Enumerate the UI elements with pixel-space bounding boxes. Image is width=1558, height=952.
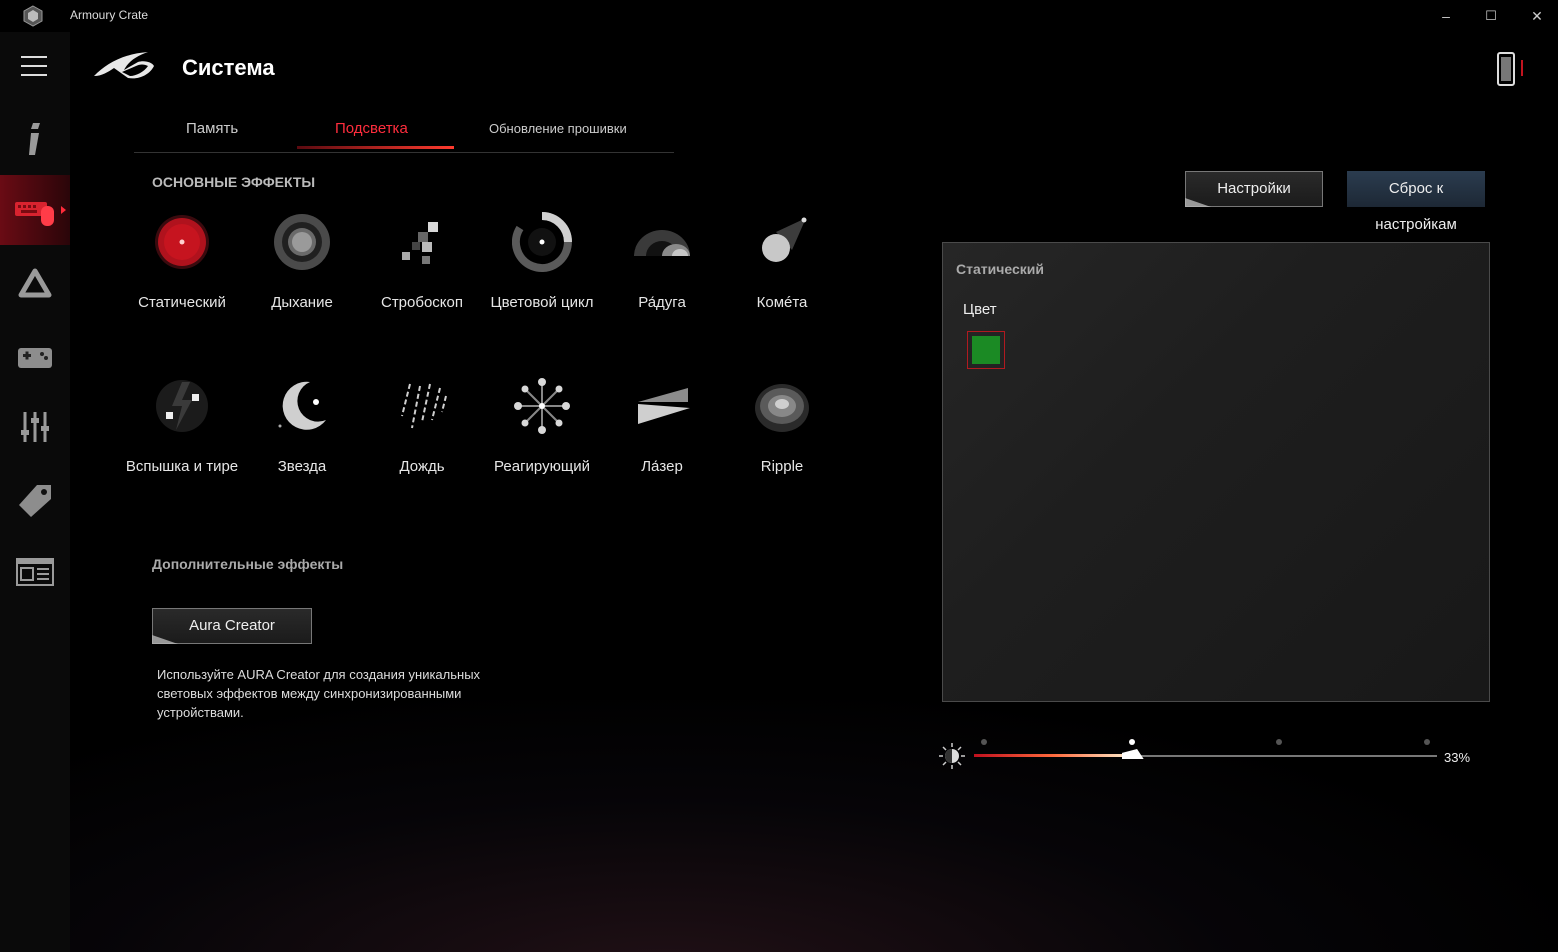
reactive-icon xyxy=(514,378,570,434)
triangle-icon xyxy=(18,268,52,298)
minimize-button[interactable]: – xyxy=(1436,6,1456,26)
reset-defaults-button[interactable]: Сброс к настройкам xyxy=(1347,171,1485,233)
aura-creator-button-label: Aura Creator xyxy=(189,617,275,634)
main-effects-title: ОСНОВНЫЕ ЭФФЕКТЫ xyxy=(152,174,316,190)
sidebar-item-scenario-profiles[interactable] xyxy=(0,392,70,462)
effect-label: Дыхание xyxy=(271,294,333,311)
effect-label: Реагирующий xyxy=(494,458,590,475)
settings-button-label: Настройки xyxy=(1217,180,1291,197)
active-tab-indicator xyxy=(297,146,454,149)
effect-label: Звезда xyxy=(277,458,327,475)
comet-icon xyxy=(762,217,807,262)
button-corner-decoration xyxy=(152,635,178,644)
color-swatch[interactable] xyxy=(967,331,1005,369)
star-icon xyxy=(278,381,326,430)
effect-ripple[interactable]: Ripple xyxy=(722,376,842,496)
news-icon xyxy=(16,558,54,586)
laser-icon xyxy=(638,388,690,424)
effect-laser[interactable]: Ла́зер xyxy=(602,376,722,496)
brightness-slider-thumb[interactable] xyxy=(1121,749,1144,759)
effect-label: Статический xyxy=(138,294,226,311)
title-bar: Armoury Crate – ☐ ✕ xyxy=(0,0,1558,32)
effect-label: Вспышка и тире xyxy=(125,458,239,475)
panel-title: Статический xyxy=(956,261,1044,277)
effect-flash-dash[interactable]: Вспышка и тире xyxy=(122,376,242,496)
extra-effects-title: Дополнительные эффекты xyxy=(152,556,344,572)
tab-firmware-update[interactable]: Обновление прошивки xyxy=(489,121,627,136)
effect-settings-panel: Статический Цвет xyxy=(942,242,1490,702)
brightness-step-dot[interactable] xyxy=(1276,739,1283,745)
tab-lighting[interactable]: Подсветка xyxy=(335,120,408,137)
effect-rainbow[interactable]: Ра́дуга xyxy=(602,212,722,332)
sidebar-item-game-library[interactable] xyxy=(0,322,70,392)
sidebar-item-device-info[interactable] xyxy=(0,104,70,174)
color-label: Цвет xyxy=(963,301,997,318)
rain-icon xyxy=(401,383,447,429)
rainbow-icon xyxy=(634,230,690,256)
aura-creator-button[interactable]: Aura Creator xyxy=(152,608,312,644)
flash-dash-icon xyxy=(156,380,208,432)
background-glow xyxy=(70,700,1558,952)
effect-comet[interactable]: Комéта xyxy=(722,212,842,332)
tab-memory[interactable]: Память xyxy=(186,120,238,137)
effect-label: Ripple xyxy=(760,458,804,475)
color-swatch-fill xyxy=(972,336,1000,364)
rog-logo-icon xyxy=(94,52,154,79)
armoury-crate-logo-icon xyxy=(23,5,43,27)
sidebar-item-aura-sync[interactable] xyxy=(0,248,70,318)
close-button[interactable]: ✕ xyxy=(1527,6,1547,26)
effect-label: Дождь xyxy=(399,458,445,475)
brightness-value: 33% xyxy=(1444,750,1471,765)
effect-rain[interactable]: Дождь xyxy=(362,376,482,496)
brightness-step-dot[interactable] xyxy=(1424,739,1430,745)
effect-label: Комéта xyxy=(756,294,808,311)
effect-label: Цветовой цикл xyxy=(490,294,594,311)
button-corner-decoration xyxy=(1185,198,1211,207)
sliders-icon xyxy=(21,412,49,442)
effect-label: Ра́дуга xyxy=(638,294,686,311)
gamepad-icon xyxy=(18,348,52,368)
sidebar-item-devices[interactable] xyxy=(0,175,70,245)
ripple-icon xyxy=(755,384,809,432)
effect-label: Ла́зер xyxy=(641,458,683,475)
maximize-button[interactable]: ☐ xyxy=(1481,6,1501,26)
strobe-icon xyxy=(402,222,438,264)
sidebar-item-news[interactable] xyxy=(0,537,70,607)
aura-creator-description: Используйте AURA Creator для создания ун… xyxy=(157,667,481,720)
breathing-icon xyxy=(274,214,330,270)
brightness-slider-fill xyxy=(974,754,1132,757)
effect-strobe[interactable]: Стробоскоп xyxy=(362,212,482,332)
page-title: Система xyxy=(182,55,275,80)
app-title: Armoury Crate xyxy=(70,8,149,22)
tag-icon xyxy=(19,485,51,517)
brightness-icon xyxy=(939,743,965,769)
color-cycle-icon xyxy=(512,212,572,272)
effect-color-cycle[interactable]: Цветовой цикл xyxy=(482,212,602,332)
effect-reactive[interactable]: Реагирующий xyxy=(482,376,602,496)
settings-button[interactable]: Настройки xyxy=(1185,171,1323,207)
effect-star[interactable]: Звезда xyxy=(242,376,362,496)
device-icon[interactable] xyxy=(1496,52,1526,86)
effect-breathing[interactable]: Дыхание xyxy=(242,212,362,332)
static-icon xyxy=(155,215,209,269)
brightness-step-dot[interactable] xyxy=(981,739,987,745)
info-icon xyxy=(29,123,40,155)
sidebar-item-deals[interactable] xyxy=(0,465,70,535)
menu-icon[interactable] xyxy=(21,56,47,76)
brightness-step-dot[interactable] xyxy=(1128,739,1135,745)
effect-label: Стробоскоп xyxy=(380,294,464,311)
effect-static[interactable]: Статический xyxy=(122,212,242,332)
keyboard-mouse-icon xyxy=(15,202,54,226)
